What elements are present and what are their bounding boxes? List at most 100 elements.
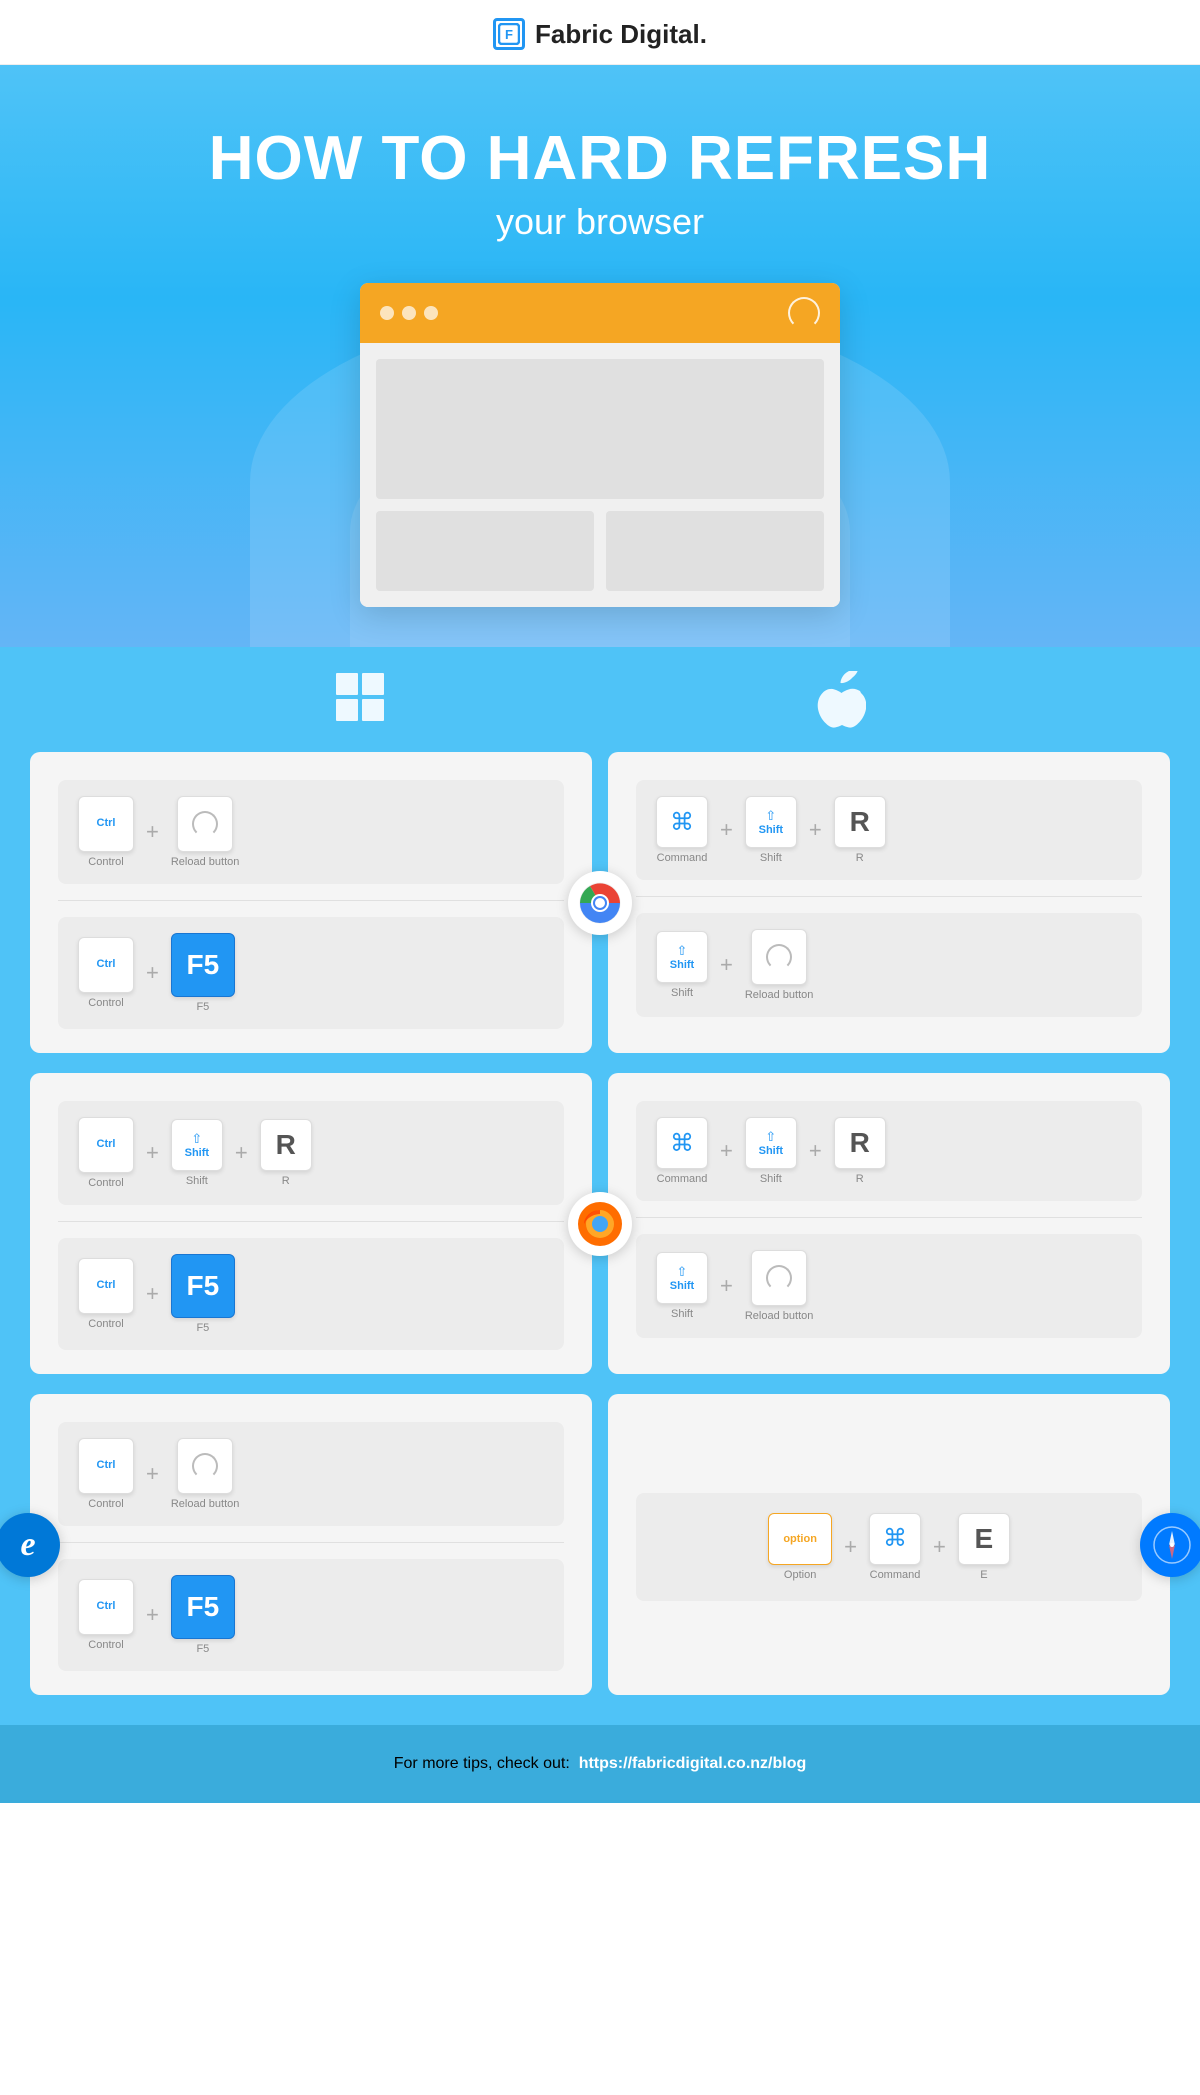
option-text: option — [783, 1533, 817, 1545]
firefox-mac-row1: ⌘ Command + ⇧ Shift Shift + — [656, 1117, 1122, 1185]
ie-safari-row: e Ctrl Control + Rel — [30, 1394, 1170, 1695]
ff-f5-label: F5 — [196, 1322, 209, 1334]
footer-text: For more tips, check out: https://fabric… — [0, 1755, 1200, 1773]
ffm-shift2-labeled: ⇧ Shift Shift — [656, 1252, 708, 1320]
os-section — [0, 647, 1200, 752]
ie-ctrl-labeled: Ctrl Control — [78, 1438, 134, 1510]
cmd-key: ⌘ — [656, 796, 708, 848]
reload-icon2 — [766, 944, 792, 970]
ffm-plus-2: + — [809, 1138, 822, 1164]
shift-label2: Shift — [671, 987, 693, 999]
f5-text: F5 — [187, 949, 220, 981]
chrome-row: Ctrl Control + Reload button — [30, 752, 1170, 1053]
ffm-cmd-key: ⌘ — [656, 1117, 708, 1169]
chrome-mac-panel: ⌘ Command + ⇧ Shift Shift + — [608, 752, 1170, 1053]
ffm-cmd-symbol: ⌘ — [670, 1129, 694, 1158]
ie-ctrl2-label: Control — [88, 1639, 123, 1651]
ie-reload-labeled: Reload button — [171, 1438, 240, 1510]
ie-win-row1: Ctrl Control + Reload button — [78, 1438, 544, 1510]
ie-reload-label: Reload button — [171, 1498, 240, 1510]
plus-2: + — [146, 960, 159, 986]
browser-block-left — [376, 511, 594, 591]
chrome-mac-row1: ⌘ Command + ⇧ Shift Shift + — [656, 796, 1122, 864]
panel-divider-3 — [58, 1221, 564, 1222]
safari-mac-panel: option Option + ⌘ Command + E — [608, 1394, 1170, 1695]
ff-ctrl-text: Ctrl — [97, 1139, 116, 1150]
safari-cmd-key: ⌘ — [869, 1513, 921, 1565]
ie-plus-1: + — [146, 1461, 159, 1487]
firefox-mac-row2: ⇧ Shift Shift + Reload button — [656, 1250, 1122, 1322]
safari-plus-2: + — [933, 1534, 946, 1560]
ctrl-text: Ctrl — [97, 818, 116, 829]
footer: For more tips, check out: https://fabric… — [0, 1725, 1200, 1803]
plus-4: + — [809, 817, 822, 843]
footer-link[interactable]: https://fabricdigital.co.nz/blog — [579, 1755, 807, 1772]
ie-ctrl2-text: Ctrl — [97, 1601, 116, 1612]
panel-divider-2 — [636, 896, 1142, 897]
ff-r-key: R — [260, 1119, 312, 1171]
svg-text:F: F — [505, 27, 513, 42]
chrome-windows-panel: Ctrl Control + Reload button — [30, 752, 592, 1053]
panel-divider-4 — [636, 1217, 1142, 1218]
ff-shift-labeled: ⇧ Shift Shift — [171, 1119, 223, 1187]
firefox-windows-panel: Ctrl Control + ⇧ Shift Shift + — [30, 1073, 592, 1374]
shift-key2: ⇧ Shift — [656, 931, 708, 983]
ffm-cmd-label: Command — [657, 1173, 708, 1185]
browser-dot-1 — [380, 306, 394, 320]
r-letter: R — [850, 806, 870, 838]
ff-plus-1: + — [146, 1140, 159, 1166]
ff-r-letter: R — [276, 1129, 296, 1161]
ff-ctrl2-label: Control — [88, 1318, 123, 1330]
main-grid: Ctrl Control + Reload button — [0, 752, 1200, 1725]
shift-text: Shift — [759, 824, 783, 836]
ffm-reload-label: Reload button — [745, 1310, 814, 1322]
ffm-reload-labeled: Reload button — [745, 1250, 814, 1322]
chrome-logo-center — [568, 871, 632, 935]
apple-os-icon — [814, 671, 866, 734]
ff-r-label: R — [282, 1175, 290, 1187]
ffm-r-label: R — [856, 1173, 864, 1185]
reload-key — [177, 796, 233, 852]
ff-plus-3: + — [146, 1281, 159, 1307]
ff-f5-labeled: F5 F5 — [171, 1254, 235, 1334]
ffm-r-key: R — [834, 1117, 886, 1169]
shift-label: Shift — [760, 852, 782, 864]
safari-mac-row1: option Option + ⌘ Command + E — [664, 1513, 1114, 1581]
safari-e-labeled: E E — [958, 1513, 1010, 1581]
ffm-r-letter: R — [850, 1127, 870, 1159]
firefox-logo-center — [568, 1192, 632, 1256]
ffm-cmd-labeled: ⌘ Command — [656, 1117, 708, 1185]
chrome-icon — [576, 879, 624, 927]
firefox-row: Ctrl Control + ⇧ Shift Shift + — [30, 1073, 1170, 1374]
ff-f5-key: F5 — [171, 1254, 235, 1318]
ffm-shift2-label: Shift — [671, 1308, 693, 1320]
ff-ctrl-label: Control — [88, 1177, 123, 1189]
ie-f5-key: F5 — [171, 1575, 235, 1639]
firefox-win-row1: Ctrl Control + ⇧ Shift Shift + — [78, 1117, 544, 1189]
f5-key-labeled: F5 F5 — [171, 933, 235, 1013]
ie-f5-labeled: F5 F5 — [171, 1575, 235, 1655]
ffm-shift-key: ⇧ Shift — [745, 1117, 797, 1169]
ie-logo: e — [0, 1513, 60, 1577]
safari-cmd-symbol: ⌘ — [883, 1524, 907, 1553]
option-label: Option — [784, 1569, 816, 1581]
ie-plus-2: + — [146, 1602, 159, 1628]
ie-ctrl2-key: Ctrl — [78, 1579, 134, 1635]
ff-r-labeled: R R — [260, 1119, 312, 1187]
option-key: option — [768, 1513, 832, 1565]
logo: F Fabric Digital. — [493, 18, 707, 50]
ffm-shift2-text: Shift — [670, 1280, 694, 1292]
ffm-reload-key — [751, 1250, 807, 1306]
footer-static-text: For more tips, check out: — [394, 1755, 570, 1772]
ffm-plus-1: + — [720, 1138, 733, 1164]
safari-cmd-label: Command — [870, 1569, 921, 1581]
os-icons-row — [0, 671, 1200, 752]
ff-f5-text: F5 — [187, 1270, 220, 1302]
ctrl-key2: Ctrl — [78, 937, 134, 993]
ffm-shift-text: Shift — [759, 1145, 783, 1157]
chrome-win-row1: Ctrl Control + Reload button — [78, 796, 544, 868]
ie-ctrl-key: Ctrl — [78, 1438, 134, 1494]
ie-windows-panel: e Ctrl Control + Rel — [30, 1394, 592, 1695]
option-key-labeled: option Option — [768, 1513, 832, 1581]
ctrl-key-labeled: Ctrl Control — [78, 796, 134, 868]
